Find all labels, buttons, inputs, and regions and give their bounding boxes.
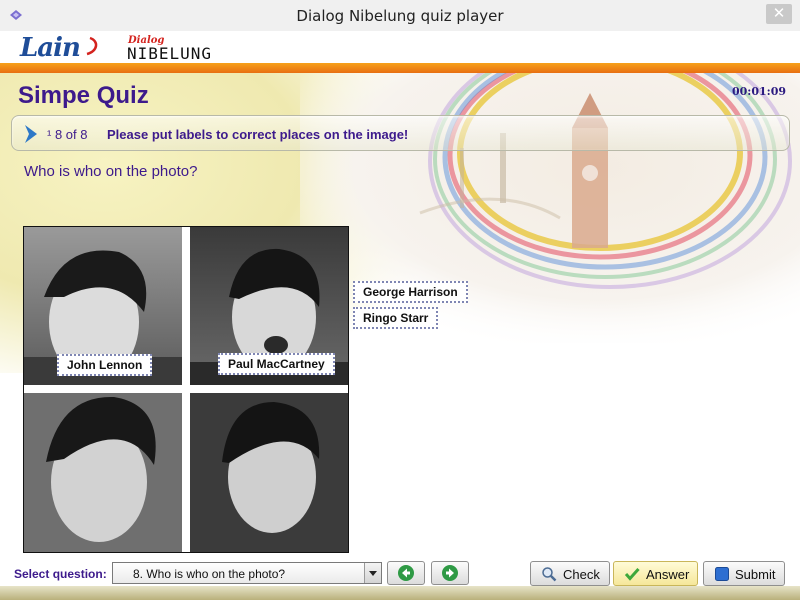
previous-question-button[interactable] [387, 561, 425, 585]
nibelung-logo: NIBELUNG [127, 44, 213, 63]
logo-bar: Lain Dialog NIBELUNG [0, 31, 800, 63]
question-counter: ¹ 8 of 8 [47, 127, 88, 142]
question-header: ¹ 8 of 8 Please put labels to correct pl… [11, 115, 790, 151]
check-button[interactable]: Check [530, 561, 610, 586]
label-john-lennon[interactable]: John Lennon [57, 354, 153, 376]
quiz-title: Simpe Quiz [18, 82, 149, 109]
window-title: Dialog Nibelung quiz player [296, 7, 504, 25]
lain-logo-swirl-icon [86, 36, 98, 56]
label-george-harrison[interactable]: George Harrison [353, 281, 468, 303]
label-ringo-starr[interactable]: Ringo Starr [353, 307, 439, 329]
question-select[interactable]: 8. Who is who on the photo? [112, 562, 382, 584]
band-photo-image [24, 227, 348, 552]
next-question-button[interactable] [431, 561, 469, 585]
question-text: Who is who on the photo? [24, 163, 198, 180]
answer-button[interactable]: Answer [613, 561, 698, 586]
question-instruction: Please put labels to correct places on t… [107, 127, 409, 142]
select-question-label: Select question: [14, 567, 107, 581]
lain-logo: Lain [20, 33, 81, 63]
chevron-right-icon [25, 125, 37, 143]
question-select-value: 8. Who is who on the photo? [133, 567, 286, 581]
arrow-left-icon [398, 565, 414, 581]
label-paul-maccartney[interactable]: Paul MacCartney [218, 353, 335, 375]
magnifier-icon [542, 567, 557, 582]
title-bar: Dialog Nibelung quiz player ✕ [0, 0, 800, 32]
quiz-timer: 00:01:09 [731, 85, 786, 98]
submit-button[interactable]: Submit [703, 561, 785, 586]
submit-square-icon [715, 567, 729, 581]
quiz-photo [23, 226, 349, 553]
check-button-label: Check [563, 567, 600, 582]
dropdown-arrow-icon[interactable] [364, 563, 381, 583]
arrow-right-icon [442, 565, 458, 581]
quiz-player-window: Dialog Nibelung quiz player ✕ Lain Dialo… [0, 0, 800, 600]
close-icon[interactable]: ✕ [766, 4, 792, 24]
header-stripe [0, 63, 800, 73]
chevron-down-icon [369, 571, 377, 576]
answer-button-label: Answer [646, 567, 690, 582]
quiz-content: Simpe Quiz 00:01:09 ¹ 8 of 8 Please put … [0, 73, 800, 586]
submit-button-label: Submit [735, 567, 776, 582]
checkmark-icon [624, 567, 640, 581]
footer-strip [0, 586, 800, 600]
